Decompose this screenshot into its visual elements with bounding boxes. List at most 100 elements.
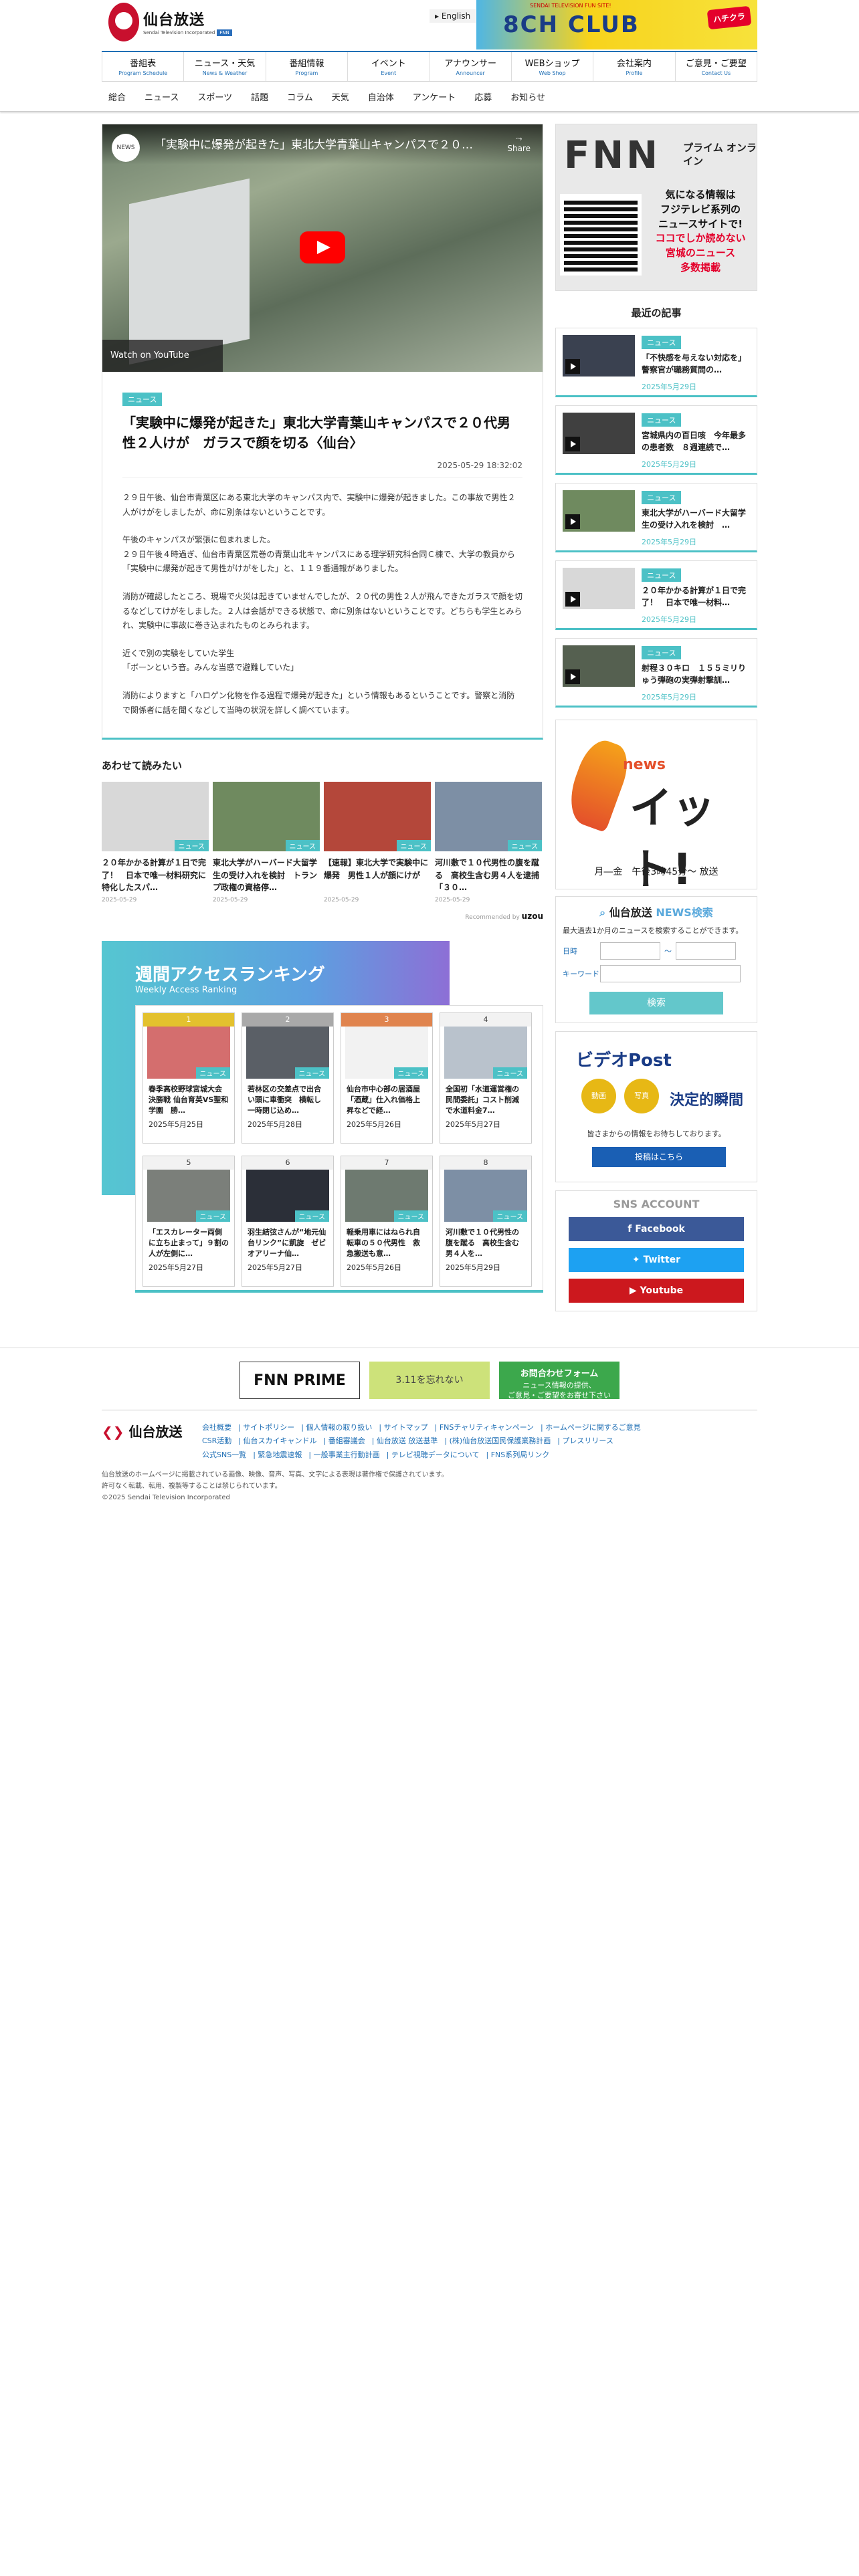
facebook-button[interactable]: f Facebook [569,1216,744,1241]
footer-link[interactable]: テレビ視聴データについて [391,1451,480,1459]
news-search: ⌕ 仙台放送 NEWS検索 最大過去1か月のニュースを検索することができます。 … [555,896,757,1023]
ranking-subtitle: Weekly Access Ranking [135,985,237,996]
subnav-column[interactable]: コラム [287,90,313,103]
video-post-ad[interactable]: ビデオPost 動画 写真 決定的瞬間 皆さまからの情報をお待ちしております。 … [555,1031,757,1182]
rank-number: 2 [242,1013,333,1027]
video-player[interactable]: 「実験中に爆発が起きた」東北大学青葉山キャンパスで２０… NEWS ⤳ Share… [102,124,543,372]
search-button[interactable]: 検索 [589,991,723,1014]
twitter-label: Twitter [643,1254,681,1265]
copyright-line: 許可なく転載、転用、複製等することは禁じられています。 [102,1483,282,1491]
related-item[interactable]: ニュース ２０年かかる計算が１日で完了！ 日本で唯一材料研究に特化したスパ… 2… [102,782,209,903]
311-archive-banner[interactable]: 3.11を忘れない [369,1361,490,1399]
gnav-label: 番組表 [130,59,157,69]
recent-item[interactable]: ニュース 射程３０キロ １５５ミリりゅう弾砲の実弾射撃訓… 2025年5月29日 [555,638,757,708]
8ch-club-banner[interactable]: SENDAI TELEVISION FUN SITE! 8CH CLUB ハチク… [476,0,757,49]
footer-link[interactable]: (株)仙台放送国民保護業務計画 [450,1436,551,1445]
keyword-input[interactable] [600,964,741,982]
header: 仙台放送 Sendai Television Incorporated FNN ▸… [102,0,757,51]
gnav-profile[interactable]: 会社案内 Profile [593,52,676,81]
subnav-topics[interactable]: 話題 [251,90,268,103]
fnn-copy-line: フジテレビ系列の [660,203,741,215]
footer-link[interactable]: 一般事業主行動計画 [314,1451,380,1459]
subnav-municipality[interactable]: 自治体 [368,90,394,103]
gnav-label: WEBショップ [524,59,580,69]
recent-date: 2025年5月29日 [642,615,696,624]
ranking-thumbnail: ニュース [246,1027,329,1079]
footer-link[interactable]: 会社概要 [202,1423,231,1432]
play-button-icon[interactable] [300,231,345,263]
related-title: 【速報】東北大学で実験中に爆発 男性１人が顔にけが [324,858,429,880]
related-item[interactable]: ニュース 【速報】東北大学で実験中に爆発 男性１人が顔にけが 2025-05-2… [324,782,431,903]
ranking-item[interactable]: 8 ニュース 河川敷で１０代男性の腹を蹴る 高校生含む男４人を… 2025年5月29日 [440,1156,532,1287]
youtube-button[interactable]: ▶ Youtube [569,1278,744,1303]
gnav-web-shop[interactable]: WEBショップ Web Shop [512,52,594,81]
article-paragraph: 消防によりますと「ハロゲン化物を作る過程で爆発が起きた」という情報もあるというこ… [122,690,515,715]
footer-link[interactable]: 公式SNS一覧 [202,1451,246,1459]
weekly-ranking: 週間アクセスランキング Weekly Access Ranking 1 ニュース春… [102,941,543,1295]
related-item[interactable]: ニュース 東北大学がハーバード大留学生の受け入れを検討 トランプ政権の資格停… … [213,782,320,903]
ranking-item[interactable]: 2 ニュース 若林区の交差点で出合い頭に車衝突 横転し一時閉じ込め… 2025年5月2… [242,1012,334,1144]
gnav-event[interactable]: イベント Event [348,52,430,81]
contact-form-banner[interactable]: お問合わせフォーム ニュース情報の提供、 ご意見・ご要望をお寄せ下さい [499,1361,619,1400]
footer-logo[interactable]: ❮❯ 仙台放送 [102,1421,202,1463]
recent-item[interactable]: ニュース ２０年かかる計算が１日で完了！ 日本で唯一材料… 2025年5月29日 [555,560,757,630]
ranking-item[interactable]: 4 ニュース 全国初「水道運営権の民間委託」コスト削減で水道料金7… 2025年5月2… [440,1012,532,1144]
footer-link[interactable]: FNSチャリティキャンペーン [440,1423,534,1432]
ranking-item[interactable]: 3 ニュース 仙台市中心部の居酒屋「酒蔵」仕入れ価格上昇などで経… 2025年5月26… [341,1012,433,1144]
recent-item[interactable]: ニュース 東北大学がハーバード大留学生の受け入れを検討 … 2025年5月29日 [555,483,757,552]
ranking-item[interactable]: 1 ニュース 春季高校野球宮城大会決勝戦 仙台育英VS聖和学園 勝… 2025年5月2… [142,1012,235,1144]
footer-link[interactable]: 番組審議会 [328,1436,365,1445]
subnav-news[interactable]: ニュース [145,90,179,103]
footer-link[interactable]: 個人情報の取り扱い [306,1423,372,1432]
footer-link[interactable]: サイトポリシー [243,1423,294,1432]
watch-on-youtube-button[interactable]: Watch on YouTube [102,340,223,372]
fnn-copy-line: 宮城のニュース [665,247,736,259]
post-submit-button[interactable]: 投稿はこちら [592,1146,726,1167]
site-logo[interactable]: 仙台放送 Sendai Television Incorporated FNN [108,3,232,41]
subnav-notice[interactable]: お知らせ [510,90,545,103]
footer-link[interactable]: サイトマップ [384,1423,428,1432]
gnav-program-schedule[interactable]: 番組表 Program Schedule [102,52,185,81]
ranking-tag: ニュース [195,1067,230,1079]
date-from-input[interactable] [600,942,660,960]
gnav-announcer[interactable]: アナウンサー Announcer [430,52,512,81]
gnav-program[interactable]: 番組情報 Program [266,52,349,81]
fnn-prime-online-ad[interactable]: FNN プライム オンライン 気になる情報は フジテレビ系列の ニュースサイトで… [555,124,757,291]
twitter-button[interactable]: ✦ Twitter [569,1247,744,1272]
recommended-by[interactable]: Recommended by uzou [102,911,543,921]
ranking-item[interactable]: 6 ニュース 羽生結弦さんが“地元仙台リンク”に凱旋 ゼビオアリーナ仙… 2025年5… [242,1156,334,1287]
subnav-weather[interactable]: 天気 [332,90,349,103]
subnav-sports[interactable]: スポーツ [197,90,232,103]
related-title: 東北大学がハーバード大留学生の受け入れを検討 トランプ政権の資格停… [213,858,318,893]
english-link[interactable]: ▸ English [430,9,476,23]
gnav-contact[interactable]: ご意見・ご要望 Contact Us [676,52,757,81]
recent-item[interactable]: ニュース 宮城県内の百日咳 今年最多の患者数 ８週連続で… 2025年5月29日 [555,405,757,475]
related-item[interactable]: ニュース 河川敷で１０代男性の腹を蹴る 高校生含む男４人を逮捕 「３０… 202… [435,782,542,903]
footer-link[interactable]: プレスリリース [562,1436,613,1445]
footer-link[interactable]: 仙台放送 放送基準 [377,1436,438,1445]
recent-thumbnail [563,568,635,609]
channel-avatar[interactable]: NEWS [112,134,140,162]
footer-link[interactable]: 仙台スカイキャンドル [244,1436,317,1445]
ranking-item[interactable]: 7 ニュース 軽乗用車にはねられ自転車の５０代男性 救急搬送も意… 2025年5月26… [341,1156,433,1287]
share-button[interactable]: ⤳ Share [507,134,531,153]
footer-link[interactable]: 緊急地震速報 [258,1451,302,1459]
date-to-input[interactable] [676,942,736,960]
global-nav: 番組表 Program Schedule ニュース・天気 News & Weathe… [102,51,757,82]
subnav-survey[interactable]: アンケート [413,90,456,103]
twitter-icon: ✦ [632,1254,640,1265]
recent-date: 2025年5月29日 [642,693,696,702]
gnav-news-weather[interactable]: ニュース・天気 News & Weather [184,52,266,81]
it-program-ad[interactable]: news イット! 月―金 午後3時45分～ 放送 [555,720,757,895]
fnn-prime-banner[interactable]: FNN PRIME [240,1361,360,1399]
subnav-apply[interactable]: 応募 [474,90,492,103]
share-icon: ⤳ [515,134,522,143]
footer-link[interactable]: FNS系列局リンク [491,1451,550,1459]
recent-item[interactable]: ニュース 「不快感を与えない対応を」警察官が職務質問の… 2025年5月29日 [555,328,757,397]
footer-link[interactable]: ホームページに関するご意見 [545,1423,640,1432]
related-tag: ニュース [507,840,542,852]
subnav-all[interactable]: 総合 [108,90,126,103]
ranking-date: 2025年5月26日 [347,1120,401,1130]
ranking-item[interactable]: 5 ニュース 「エスカレーター両側に立ち止まって」９割の人が左側に… 2025年5月2… [142,1156,235,1287]
footer-link[interactable]: CSR活動 [202,1436,231,1445]
